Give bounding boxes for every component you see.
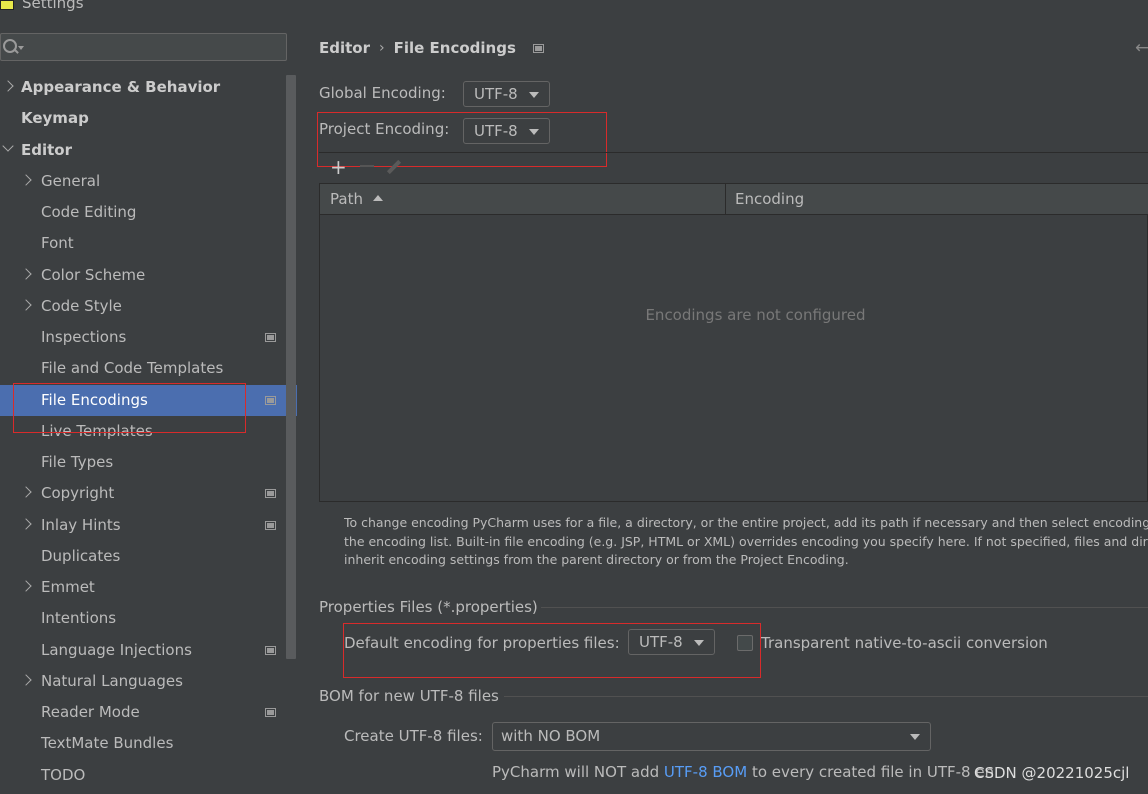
breadcrumb-separator: › (379, 40, 385, 56)
chevron-right-icon[interactable] (2, 80, 14, 92)
settings-sidebar: Appearance & Behavior Keymap Editor Gene… (0, 20, 297, 794)
project-scope-icon (265, 489, 276, 498)
section-divider (541, 607, 1148, 608)
highlight-box-file-encodings (13, 383, 246, 433)
chevron-right-icon[interactable] (20, 299, 32, 311)
tree-item-color-scheme[interactable]: Color Scheme (0, 260, 297, 291)
breadcrumb: Editor › File Encodings (319, 39, 544, 57)
chevron-right-icon[interactable] (20, 580, 32, 592)
project-scope-icon (265, 396, 276, 405)
column-header-encoding[interactable]: Encoding (735, 190, 804, 208)
tree-item-font[interactable]: Font (0, 228, 297, 259)
tree-item-textmate-bundles[interactable]: TextMate Bundles (0, 728, 297, 759)
tree-item-inlay-hints[interactable]: Inlay Hints (0, 510, 297, 541)
dropdown-arrow-icon (910, 734, 920, 740)
tree-item-code-style[interactable]: Code Style (0, 291, 297, 322)
tree-item-emmet[interactable]: Emmet (0, 572, 297, 603)
back-arrow-icon[interactable]: ← (1135, 38, 1148, 58)
create-utf8-select[interactable]: with NO BOM (492, 722, 931, 751)
global-encoding-label: Global Encoding: (319, 84, 446, 102)
window-title: Settings (22, 0, 84, 12)
tree-item-reader-mode[interactable]: Reader Mode (0, 697, 297, 728)
settings-content: Editor › File Encodings ← Global Encodin… (297, 20, 1148, 794)
tree-item-general[interactable]: General (0, 166, 297, 197)
column-header-path[interactable]: Path (330, 190, 383, 208)
table-header: Path Encoding (320, 184, 1148, 215)
add-icon[interactable]: + (330, 155, 347, 179)
breadcrumb-current: File Encodings (393, 39, 516, 57)
tree-item-editor[interactable]: Editor (0, 135, 297, 166)
project-scope-icon (265, 333, 276, 342)
remove-icon[interactable] (360, 165, 374, 167)
project-scope-icon (265, 646, 276, 655)
dropdown-arrow-icon (529, 92, 539, 98)
search-input[interactable] (27, 36, 282, 58)
properties-section-title: Properties Files (*.properties) (319, 598, 538, 616)
tree-item-file-types[interactable]: File Types (0, 447, 297, 478)
chevron-right-icon[interactable] (20, 518, 32, 530)
breadcrumb-parent[interactable]: Editor (319, 39, 370, 57)
table-empty-text: Encodings are not configured (645, 306, 866, 324)
section-divider (504, 696, 1148, 697)
project-scope-icon (265, 521, 276, 530)
bom-section-title: BOM for new UTF-8 files (319, 687, 499, 705)
chevron-down-icon[interactable] (2, 140, 14, 152)
watermark-text: CSDN @20221025cjl (974, 764, 1130, 782)
sort-ascending-icon (372, 194, 383, 201)
paths-toolbar: + (319, 152, 1148, 183)
tree-item-keymap[interactable]: Keymap (0, 103, 297, 134)
sidebar-scrollbar[interactable] (286, 75, 296, 659)
chevron-right-icon[interactable] (20, 174, 32, 186)
project-scope-icon (265, 708, 276, 717)
tree-item-intentions[interactable]: Intentions (0, 603, 297, 634)
global-encoding-select[interactable]: UTF-8 (463, 81, 550, 107)
path-encoding-table[interactable]: Path Encoding Encodings are not configur… (319, 183, 1148, 502)
tree-item-file-code-templates[interactable]: File and Code Templates (0, 353, 297, 384)
chevron-right-icon[interactable] (20, 486, 32, 498)
tree-item-code-editing[interactable]: Code Editing (0, 197, 297, 228)
highlight-box-properties-encoding (343, 623, 761, 678)
search-box[interactable] (0, 33, 287, 61)
transparent-conversion-label[interactable]: Transparent native-to-ascii conversion (761, 634, 1048, 652)
tree-item-language-injections[interactable]: Language Injections (0, 635, 297, 666)
tree-item-appearance-behavior[interactable]: Appearance & Behavior (0, 72, 297, 103)
chevron-right-icon[interactable] (20, 674, 32, 686)
tree-item-inspections[interactable]: Inspections (0, 322, 297, 353)
tree-item-copyright[interactable]: Copyright (0, 478, 297, 509)
app-icon (0, 0, 14, 10)
search-options-caret-icon[interactable] (18, 46, 24, 50)
project-scope-icon (532, 43, 544, 53)
help-text: To change encoding PyCharm uses for a fi… (344, 515, 1148, 567)
edit-icon[interactable] (386, 159, 402, 175)
column-divider[interactable] (725, 184, 726, 215)
tree-item-todo[interactable]: TODO (0, 760, 297, 791)
tree-item-duplicates[interactable]: Duplicates (0, 541, 297, 572)
chevron-right-icon[interactable] (20, 268, 32, 280)
tree-item-natural-languages[interactable]: Natural Languages (0, 666, 297, 697)
utf8-bom-link[interactable]: UTF-8 BOM (664, 763, 747, 781)
search-icon[interactable] (3, 39, 17, 53)
title-bar: Settings (0, 0, 1148, 20)
create-utf8-label: Create UTF-8 files: (344, 727, 483, 745)
